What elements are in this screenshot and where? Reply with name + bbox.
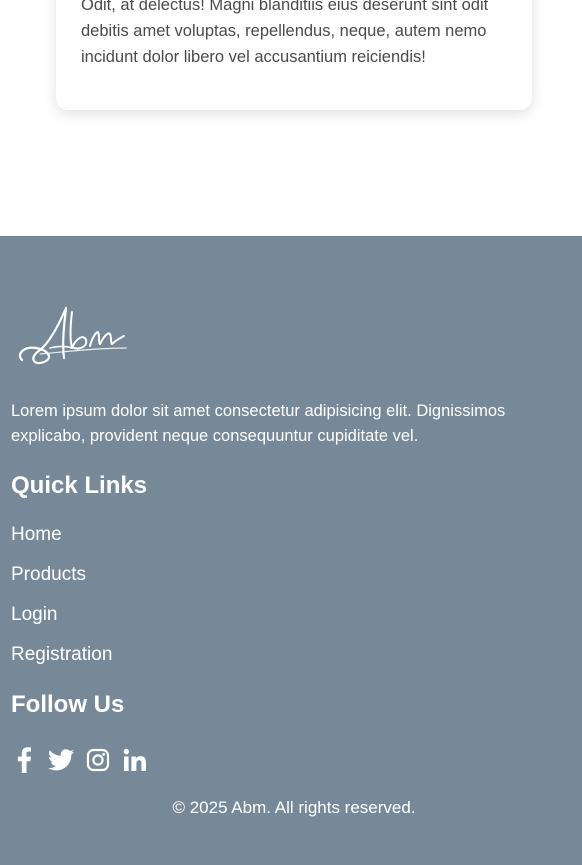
list-item: Products	[11, 561, 112, 601]
social-links	[11, 746, 148, 774]
site-footer: Lorem ipsum dolor sit amet consectetur a…	[0, 236, 582, 865]
instagram-icon[interactable]	[85, 746, 111, 774]
list-item: Home	[11, 521, 112, 561]
footer-description: Lorem ipsum dolor sit amet consectetur a…	[11, 402, 506, 445]
list-item: Registration	[11, 641, 112, 681]
copyright-text: © 2025 Abm. All rights reserved.	[172, 798, 416, 817]
follow-us-heading: Follow Us	[11, 691, 125, 718]
link-registration[interactable]: Registration	[11, 641, 112, 669]
link-login[interactable]: Login	[11, 601, 58, 629]
list-item: Login	[11, 601, 112, 641]
content-area: Odit, at delectus! Magni blanditiis eius…	[0, 0, 582, 236]
linkedin-icon[interactable]	[122, 746, 148, 774]
link-products[interactable]: Products	[11, 561, 86, 589]
info-card: Odit, at delectus! Magni blanditiis eius…	[56, 0, 532, 110]
quick-links-heading: Quick Links	[11, 472, 148, 499]
card-text: Odit, at delectus! Magni blanditiis eius…	[81, 0, 489, 66]
quick-links-list: Home Products Login Registration	[11, 521, 112, 681]
signature-logo[interactable]	[14, 302, 132, 372]
twitter-icon[interactable]	[48, 746, 74, 774]
link-home[interactable]: Home	[11, 521, 62, 549]
facebook-icon[interactable]	[11, 746, 37, 774]
